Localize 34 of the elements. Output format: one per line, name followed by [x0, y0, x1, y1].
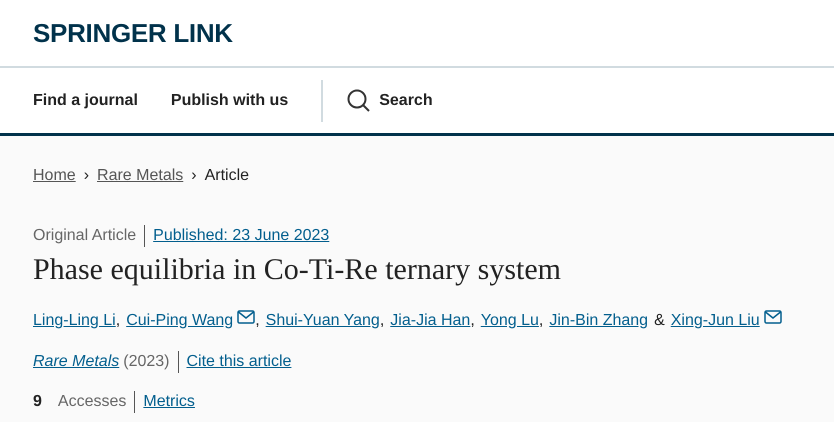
logo[interactable]: SPRINGER LINK — [33, 14, 233, 52]
published-date-link[interactable]: Published: 23 June 2023 — [153, 224, 330, 248]
article-title: Phase equilibria in Co-Ti-Re ternary system — [33, 252, 562, 288]
metrics-link[interactable]: Metrics — [143, 390, 195, 414]
breadcrumb-link[interactable]: Rare Metals — [97, 164, 184, 188]
nav-link[interactable]: Find a journal — [33, 88, 138, 112]
separator: , — [255, 310, 260, 331]
chevron-icon: › — [191, 164, 197, 188]
accesses-label: Accesses — [58, 392, 126, 412]
author-link[interactable]: Jia-Jia Han — [390, 310, 470, 332]
breadcrumb-current: Article — [204, 166, 250, 186]
nav-link[interactable]: Publish with us — [170, 88, 288, 112]
separator: , — [538, 310, 544, 331]
search-icon — [347, 88, 372, 112]
author-link[interactable]: Jin-Bin Zhang — [549, 310, 648, 332]
separator: & — [654, 310, 665, 331]
chevron-icon: › — [84, 164, 90, 188]
separator: , — [116, 310, 120, 331]
article-type: Original Article — [33, 226, 136, 246]
author-link[interactable]: Shui-Yuan Yang — [266, 310, 380, 332]
mail-icon[interactable] — [764, 310, 782, 324]
breadcrumb-link[interactable]: Home — [33, 164, 76, 188]
author-link[interactable]: Ling-Ling Li — [33, 310, 116, 332]
mail-icon[interactable] — [237, 310, 256, 324]
author-link[interactable]: Cui-Ping Wang — [126, 310, 234, 332]
author-link[interactable]: Yong Lu — [480, 310, 539, 332]
author-link[interactable]: Xing-Jun Liu — [670, 310, 760, 332]
access-count: 9 — [33, 392, 42, 412]
separator: , — [380, 310, 384, 331]
journal-link[interactable]: Rare Metals — [33, 350, 120, 374]
cite-link[interactable]: Cite this article — [186, 350, 292, 374]
separator: , — [470, 310, 475, 331]
search-link[interactable]: Search — [347, 88, 433, 112]
publication-year: (2023) — [123, 352, 170, 372]
